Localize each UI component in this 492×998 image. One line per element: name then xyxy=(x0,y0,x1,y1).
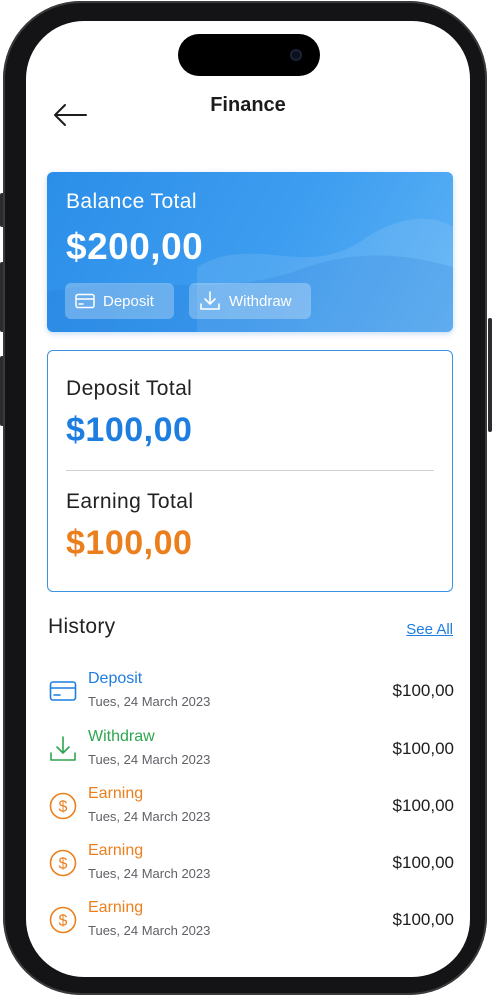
history-item-type: Earning xyxy=(88,785,144,802)
page-title: Finance xyxy=(210,94,286,116)
history-item-type: Earning xyxy=(88,842,144,859)
totals-card: Deposit Total $100,00 Earning Total $100… xyxy=(47,350,453,592)
deposit-button[interactable]: Deposit xyxy=(65,283,174,319)
history-item-withdraw[interactable]: Withdraw Tues, 24 March 2023 $100,00 xyxy=(48,728,454,776)
history-item-earning[interactable]: $ Earning Tues, 24 March 2023 $100,00 xyxy=(48,899,454,947)
deposit-total-label: Deposit Total xyxy=(66,377,193,400)
history-item-earning[interactable]: $ Earning Tues, 24 March 2023 $100,00 xyxy=(48,785,454,833)
camera xyxy=(290,49,302,61)
history-item-type: Earning xyxy=(88,899,144,916)
deposit-total-value: $100,00 xyxy=(66,411,193,449)
history-item-date: Tues, 24 March 2023 xyxy=(88,866,211,881)
deposit-button-label: Deposit xyxy=(103,292,154,310)
history-item-amount: $100,00 xyxy=(392,681,454,700)
history-item-date: Tues, 24 March 2023 xyxy=(88,809,211,824)
download-icon xyxy=(200,291,220,310)
card-icon xyxy=(48,676,78,706)
history-item-amount: $100,00 xyxy=(392,853,454,872)
history-item-date: Tues, 24 March 2023 xyxy=(88,694,211,709)
phone-frame: Finance Balance Total $200,00 Deposit Wi… xyxy=(3,1,487,995)
history-item-earning[interactable]: $ Earning Tues, 24 March 2023 $100,00 xyxy=(48,842,454,890)
history-item-type: Deposit xyxy=(88,670,143,687)
dollar-icon: $ xyxy=(48,791,78,821)
card-icon xyxy=(75,293,95,309)
power-button xyxy=(488,318,492,432)
svg-text:$: $ xyxy=(59,913,68,930)
history-title: History xyxy=(48,615,116,638)
svg-text:$: $ xyxy=(59,799,68,816)
earning-total-value: $100,00 xyxy=(66,524,193,562)
dollar-icon: $ xyxy=(48,905,78,935)
history-item-amount: $100,00 xyxy=(392,796,454,815)
balance-value: $200,00 xyxy=(66,226,204,267)
app-screen: Finance Balance Total $200,00 Deposit Wi… xyxy=(26,21,470,977)
withdraw-button[interactable]: Withdraw xyxy=(189,283,311,319)
balance-label: Balance Total xyxy=(66,190,197,213)
history-item-date: Tues, 24 March 2023 xyxy=(88,752,211,767)
balance-card: Balance Total $200,00 Deposit Withdraw xyxy=(47,172,453,332)
dollar-icon: $ xyxy=(48,848,78,878)
history-item-type: Withdraw xyxy=(88,728,155,745)
download-icon xyxy=(48,734,78,764)
history-item-deposit[interactable]: Deposit Tues, 24 March 2023 $100,00 xyxy=(48,670,454,718)
dynamic-island xyxy=(178,34,320,76)
svg-text:$: $ xyxy=(59,856,68,873)
history-item-amount: $100,00 xyxy=(392,739,454,758)
history-item-date: Tues, 24 March 2023 xyxy=(88,923,211,938)
history-item-amount: $100,00 xyxy=(392,910,454,929)
earning-total-label: Earning Total xyxy=(66,490,194,513)
withdraw-button-label: Withdraw xyxy=(229,292,292,310)
see-all-link[interactable]: See All xyxy=(406,621,453,638)
divider xyxy=(66,470,434,471)
